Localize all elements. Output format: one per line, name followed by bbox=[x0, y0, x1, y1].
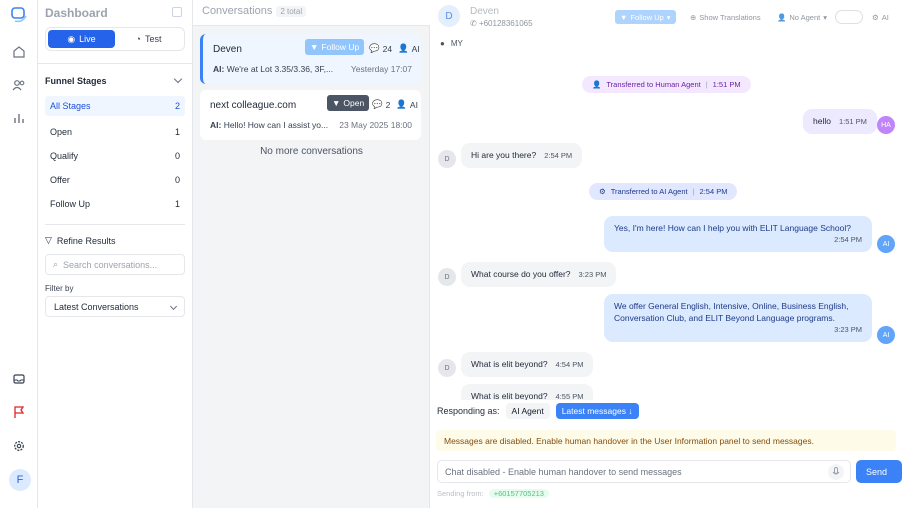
message-bubble: What is elit beyond? 4:54 PM bbox=[461, 352, 594, 377]
chevron-down-icon bbox=[169, 302, 178, 311]
chat-icon: 💬 bbox=[369, 43, 380, 53]
responding-as: Responding as: AI Agent Latest messages … bbox=[437, 403, 639, 419]
message-bubble: We offer General English, Intensive, Onl… bbox=[604, 294, 872, 342]
dashboard-title: Dashboard bbox=[45, 6, 108, 20]
message-bubble: What is elit beyond? 4:55 PM bbox=[461, 384, 594, 400]
stage-qualify[interactable]: Qualify 0 bbox=[45, 146, 185, 166]
home-icon[interactable] bbox=[10, 43, 28, 61]
avatar: D bbox=[438, 268, 456, 286]
refine-results-heading: ▽ Refine Results bbox=[45, 235, 116, 246]
icon-rail: F bbox=[0, 0, 38, 508]
filter-by-label: Filter by bbox=[45, 284, 74, 293]
message-bubble: What course do you offer? 3:23 PM bbox=[461, 262, 617, 287]
stage-badge[interactable]: ▼ Follow Up bbox=[305, 39, 365, 55]
conversation-list-panel: Conversations 2 total Deven ▼ Follow Up 💬 2… bbox=[193, 0, 430, 508]
message-thread[interactable]: 👤 Transferred to Human Agent | 1:51 PM hell… bbox=[430, 55, 898, 400]
phone-icon: ✆ bbox=[470, 19, 479, 28]
stage-offer[interactable]: Offer 0 bbox=[45, 170, 185, 190]
ai-indicator: ⚙ AI bbox=[872, 12, 889, 22]
conversations-header: Conversations 2 total bbox=[193, 0, 430, 26]
timestamp: Yesterday 17:07 bbox=[350, 64, 412, 74]
avatar: D bbox=[438, 150, 456, 168]
search-icon: ⌕ bbox=[53, 259, 59, 269]
gear-icon[interactable] bbox=[10, 437, 28, 455]
message-preview: AI: We're at Lot 3.35/3.36, 3F,... bbox=[213, 64, 334, 74]
globe-icon: ⊕ bbox=[690, 12, 697, 22]
live-mode-button[interactable]: ◉ Live bbox=[48, 30, 115, 48]
message-bubble: Yes, I'm here! How can I help you with E… bbox=[604, 216, 872, 252]
responding-agent-chip[interactable]: AI Agent bbox=[505, 403, 550, 419]
analytics-icon[interactable] bbox=[10, 109, 28, 127]
filter-select[interactable]: Latest Conversations bbox=[45, 296, 185, 317]
test-mode-button[interactable]: ◔ Test bbox=[115, 30, 182, 48]
logo-icon[interactable] bbox=[10, 6, 28, 24]
avatar: AI bbox=[877, 326, 895, 344]
agent-dropdown[interactable]: 👤 No Agent ▾ bbox=[772, 10, 832, 24]
mode-toggle: ◉ Live ◔ Test bbox=[45, 27, 185, 51]
filter-icon: ▼ bbox=[310, 42, 319, 52]
flag-icon[interactable] bbox=[10, 403, 28, 421]
message-count: 💬 24 👤 AI bbox=[369, 43, 420, 54]
user-avatar[interactable]: F bbox=[9, 469, 31, 491]
agent-icon: 👤 bbox=[396, 99, 407, 109]
toggle-switch[interactable] bbox=[835, 10, 863, 24]
eye-icon: ◉ bbox=[67, 33, 76, 44]
contact-phone: ✆ +60128361065 bbox=[470, 19, 533, 28]
message-preview: AI: Hello! How can I assist yo... bbox=[210, 120, 329, 130]
divider bbox=[45, 224, 185, 225]
contact-location: ● MY bbox=[440, 39, 463, 48]
no-more-label: No more conversations bbox=[260, 146, 363, 157]
chat-header: D Deven ✆ +60128361065 ▼ Follow Up ▾ ⊕ Show… bbox=[430, 0, 904, 50]
bot-icon: ⚙ bbox=[599, 187, 606, 196]
message-bubble: Hi are you there? 2:54 PM bbox=[461, 143, 583, 168]
users-icon[interactable] bbox=[10, 76, 28, 94]
agent-icon: 👤 bbox=[592, 80, 602, 89]
location-pin-icon: ● bbox=[440, 39, 445, 48]
stage-follow-up[interactable]: Follow Up 1 bbox=[45, 194, 185, 214]
disabled-warning: Messages are disabled. Enable human hand… bbox=[436, 430, 896, 451]
arrow-down-icon: ↓ bbox=[625, 406, 633, 416]
sending-from: Sending from: +60157705213 bbox=[437, 489, 549, 498]
chevron-down-icon[interactable] bbox=[173, 74, 183, 84]
inbox-icon[interactable] bbox=[10, 370, 28, 388]
filter-icon: ▼ bbox=[332, 98, 341, 108]
funnel-stages-heading[interactable]: Funnel Stages bbox=[45, 76, 107, 86]
message-count: 💬 2 👤 AI bbox=[372, 99, 418, 110]
stage-badge[interactable]: ▼ Open bbox=[327, 95, 370, 111]
latest-messages-button[interactable]: Latest messages ↓ bbox=[555, 403, 639, 419]
search-input[interactable]: ⌕ Search conversations... bbox=[45, 254, 185, 275]
agent-icon: 👤 bbox=[777, 12, 787, 22]
divider bbox=[38, 63, 193, 64]
send-button[interactable]: Send bbox=[856, 460, 902, 483]
app-root: F Dashboard ◉ Live ◔ Test Funnel Stages Al… bbox=[0, 0, 904, 508]
avatar: AI bbox=[877, 235, 895, 253]
microphone-icon[interactable] bbox=[828, 464, 844, 480]
collapse-sidebar-icon[interactable] bbox=[172, 7, 182, 17]
dashboard-sidebar: Dashboard ◉ Live ◔ Test Funnel Stages All … bbox=[38, 0, 193, 508]
message-bubble: hello 1:51 PM bbox=[803, 109, 877, 134]
transfer-event: 👤 Transferred to Human Agent | 1:51 PM bbox=[582, 76, 751, 93]
stage-open[interactable]: Open 1 bbox=[45, 122, 185, 142]
stage-all[interactable]: All Stages 2 bbox=[45, 96, 185, 116]
show-translations-button[interactable]: ⊕ Show Translations bbox=[685, 10, 766, 24]
timestamp: 23 May 2025 18:00 bbox=[339, 120, 412, 130]
filter-icon: ▼ bbox=[620, 12, 628, 22]
contact-avatar: D bbox=[438, 5, 460, 27]
contact-name: Deven bbox=[470, 6, 499, 17]
message-input[interactable]: Chat disabled - Enable human handover to… bbox=[437, 460, 851, 483]
bot-icon: ⚙ bbox=[872, 12, 879, 22]
total-count: 2 total bbox=[276, 6, 307, 17]
avatar: HA bbox=[877, 116, 895, 134]
stage-dropdown[interactable]: ▼ Follow Up ▾ bbox=[615, 10, 676, 24]
avatar: D bbox=[438, 359, 456, 377]
conversation-card[interactable]: next colleague.com ▼ Open 💬 2 👤 AI AI: Hello… bbox=[200, 90, 421, 140]
chat-icon: 💬 bbox=[372, 99, 383, 109]
filter-icon: ▽ bbox=[45, 235, 52, 245]
flask-icon: ◔ bbox=[135, 34, 141, 44]
transfer-event: ⚙ Transferred to AI Agent | 2:54 PM bbox=[589, 183, 738, 200]
agent-icon: 👤 bbox=[398, 43, 409, 53]
chat-panel: D Deven ✆ +60128361065 ▼ Follow Up ▾ ⊕ Show… bbox=[430, 0, 904, 508]
conversation-card[interactable]: Deven ▼ Follow Up 💬 24 👤 AI AI: We're at Lot… bbox=[200, 34, 421, 84]
